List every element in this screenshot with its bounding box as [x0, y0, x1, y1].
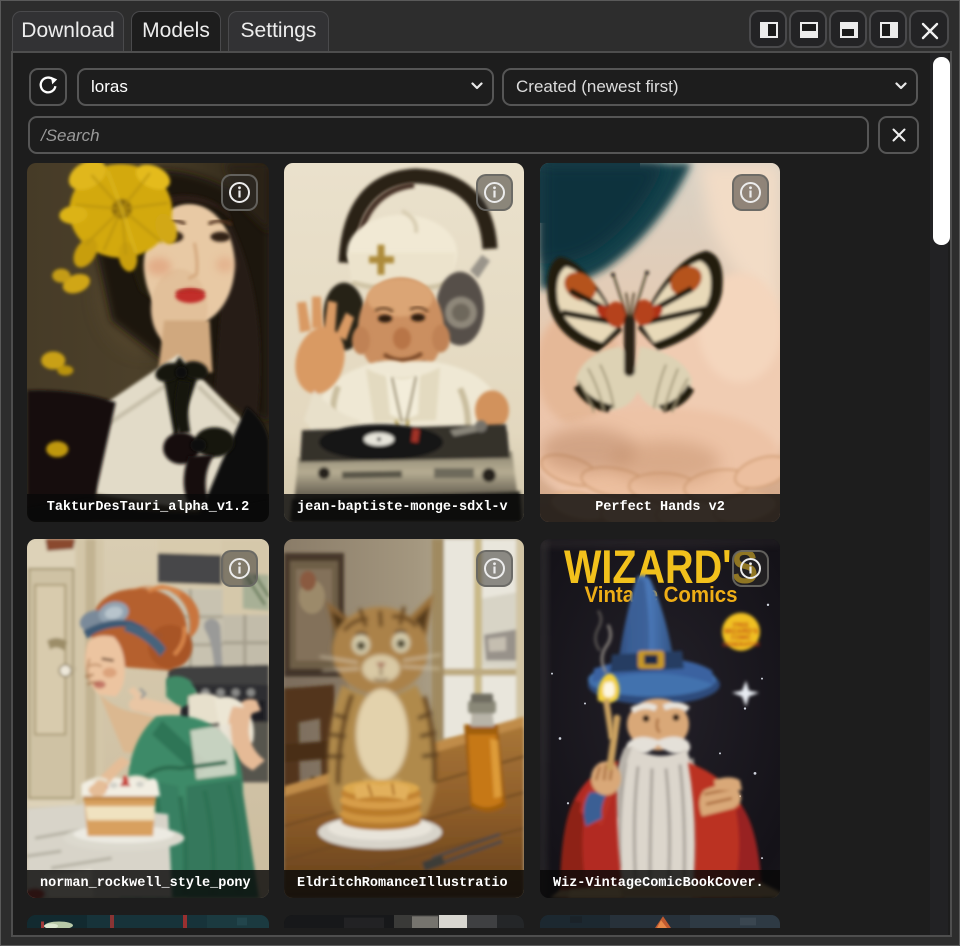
- svg-text:WIZARD'S: WIZARD'S: [724, 629, 759, 636]
- svg-text:Vintage Comics: Vintage Comics: [585, 582, 738, 607]
- svg-text:COMIC: COMIC: [731, 636, 752, 642]
- svg-text:GENERATOR: GENERATOR: [722, 643, 760, 649]
